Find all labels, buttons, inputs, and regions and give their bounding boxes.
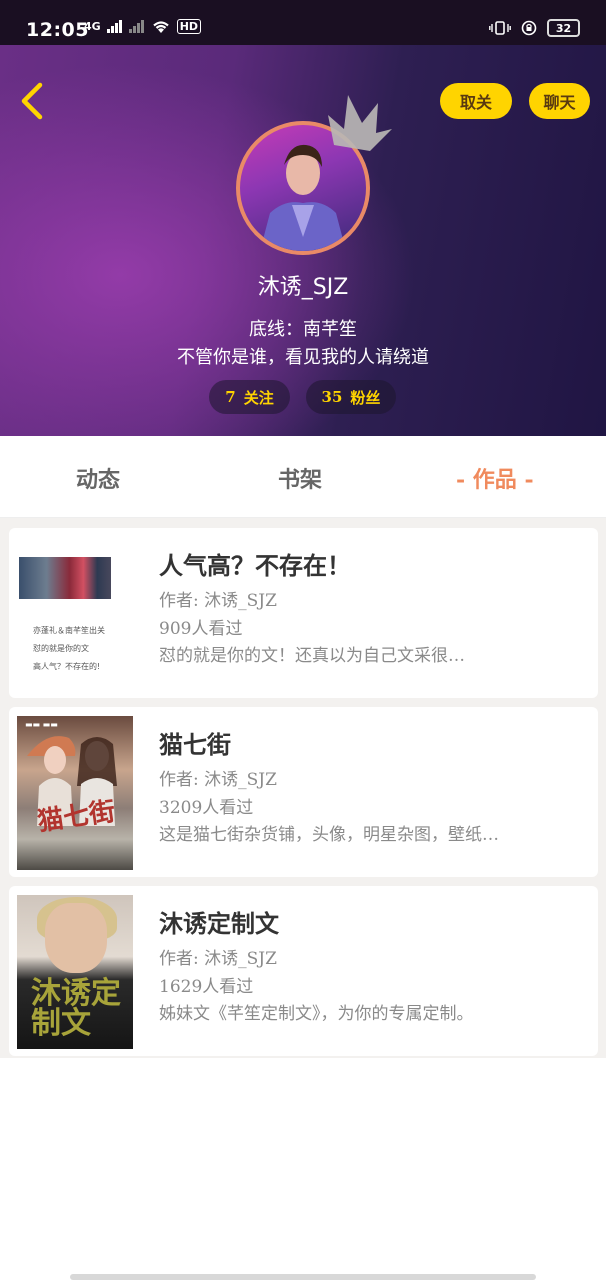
cover-figures-image bbox=[27, 736, 117, 826]
profile-header: 取关 聊天 沐诱_SJZ 底线：南芊笙 不管你是谁，看见我的人请绕道 7 关注 … bbox=[0, 45, 606, 436]
crown-icon bbox=[328, 95, 392, 151]
signal-off-icon bbox=[128, 20, 144, 33]
signal-icon bbox=[106, 20, 122, 33]
work-author: 作者: 沐诱_SJZ bbox=[159, 949, 277, 969]
battery-indicator: 32 bbox=[547, 19, 580, 37]
work-cover-image: ▬▬ ▬▬ 猫七街 bbox=[17, 716, 133, 870]
work-card[interactable]: 亦蓬礼＆南芊笙出关 怼的就是你的文 高人气？不存在的! 人气高？不存在！ 作者:… bbox=[9, 528, 598, 698]
vibrate-icon bbox=[489, 21, 511, 35]
tab-works[interactable]: - 作品 - bbox=[456, 462, 534, 494]
chat-button[interactable]: 聊天 bbox=[529, 83, 590, 119]
network-type-label: 4G bbox=[84, 20, 101, 33]
bio-line-1: 底线：南芊笙 bbox=[249, 319, 357, 340]
cover-photo-strip bbox=[19, 557, 111, 599]
chevron-left-icon bbox=[21, 82, 43, 120]
tab-bookshelf[interactable]: 书架 bbox=[278, 462, 322, 494]
cover-portrait-face bbox=[45, 903, 107, 973]
work-title: 沐诱定制文 bbox=[159, 909, 279, 938]
following-count: 7 bbox=[225, 388, 236, 406]
work-description: 姊妹文《芊笙定制文》，为你的专属定制。 bbox=[159, 1004, 474, 1024]
work-title: 人气高？不存在！ bbox=[159, 551, 351, 580]
cover-top-text: ▬▬ ▬▬ bbox=[25, 720, 58, 729]
username: 沐诱_SJZ bbox=[257, 275, 349, 300]
work-cover-image: 亦蓬礼＆南芊笙出关 怼的就是你的文 高人气？不存在的! bbox=[17, 537, 133, 691]
work-card[interactable]: 沐诱定制文 沐诱定制文 作者: 沐诱_SJZ 1629人看过 姊妹文《芊笙定制文… bbox=[9, 886, 598, 1056]
profile-tabs: 动态 书架 - 作品 - bbox=[0, 436, 606, 518]
cover-title-text: 沐诱定制文 bbox=[31, 976, 121, 1041]
cover-caption-3: 高人气？不存在的! bbox=[33, 662, 101, 671]
status-left-icons: 4G HD bbox=[84, 19, 202, 34]
cover-caption-2: 怼的就是你的文 bbox=[33, 644, 89, 653]
status-right-icons: 32 bbox=[489, 19, 580, 37]
wifi-icon bbox=[152, 21, 169, 33]
work-views: 909人看过 bbox=[159, 619, 243, 639]
work-author: 作者: 沐诱_SJZ bbox=[159, 770, 277, 790]
back-button[interactable] bbox=[14, 79, 54, 123]
work-title: 猫七街 bbox=[159, 730, 231, 759]
alarm-icon bbox=[521, 20, 537, 36]
tab-activity[interactable]: 动态 bbox=[76, 462, 120, 494]
fans-stat[interactable]: 35 粉丝 bbox=[306, 380, 396, 414]
cover-caption-1: 亦蓬礼＆南芊笙出关 bbox=[33, 626, 105, 635]
work-views: 3209人看过 bbox=[159, 798, 254, 818]
work-description: 怼的就是你的文！还真以为自己文采很… bbox=[159, 646, 465, 666]
home-indicator[interactable] bbox=[70, 1274, 536, 1280]
work-card[interactable]: ▬▬ ▬▬ 猫七街 猫七街 作者: 沐诱_SJZ 3209人看过 这是猫七街杂货… bbox=[9, 707, 598, 877]
hd-label: HD bbox=[176, 19, 202, 34]
following-stat[interactable]: 7 关注 bbox=[209, 380, 290, 414]
work-description: 这是猫七街杂货铺，头像，明星杂图，壁纸… bbox=[159, 825, 499, 845]
status-time: 12:05 bbox=[26, 19, 89, 41]
fans-label: 粉丝 bbox=[350, 388, 381, 407]
work-cover-image: 沐诱定制文 bbox=[17, 895, 133, 1049]
unfollow-button[interactable]: 取关 bbox=[440, 83, 512, 119]
bio-line-2: 不管你是谁，看见我的人请绕道 bbox=[177, 347, 429, 368]
work-author: 作者: 沐诱_SJZ bbox=[159, 591, 277, 611]
following-label: 关注 bbox=[243, 388, 274, 407]
work-views: 1629人看过 bbox=[159, 977, 254, 997]
status-bar: 12:05 4G HD 32 bbox=[0, 0, 606, 45]
fans-count: 35 bbox=[321, 388, 343, 406]
